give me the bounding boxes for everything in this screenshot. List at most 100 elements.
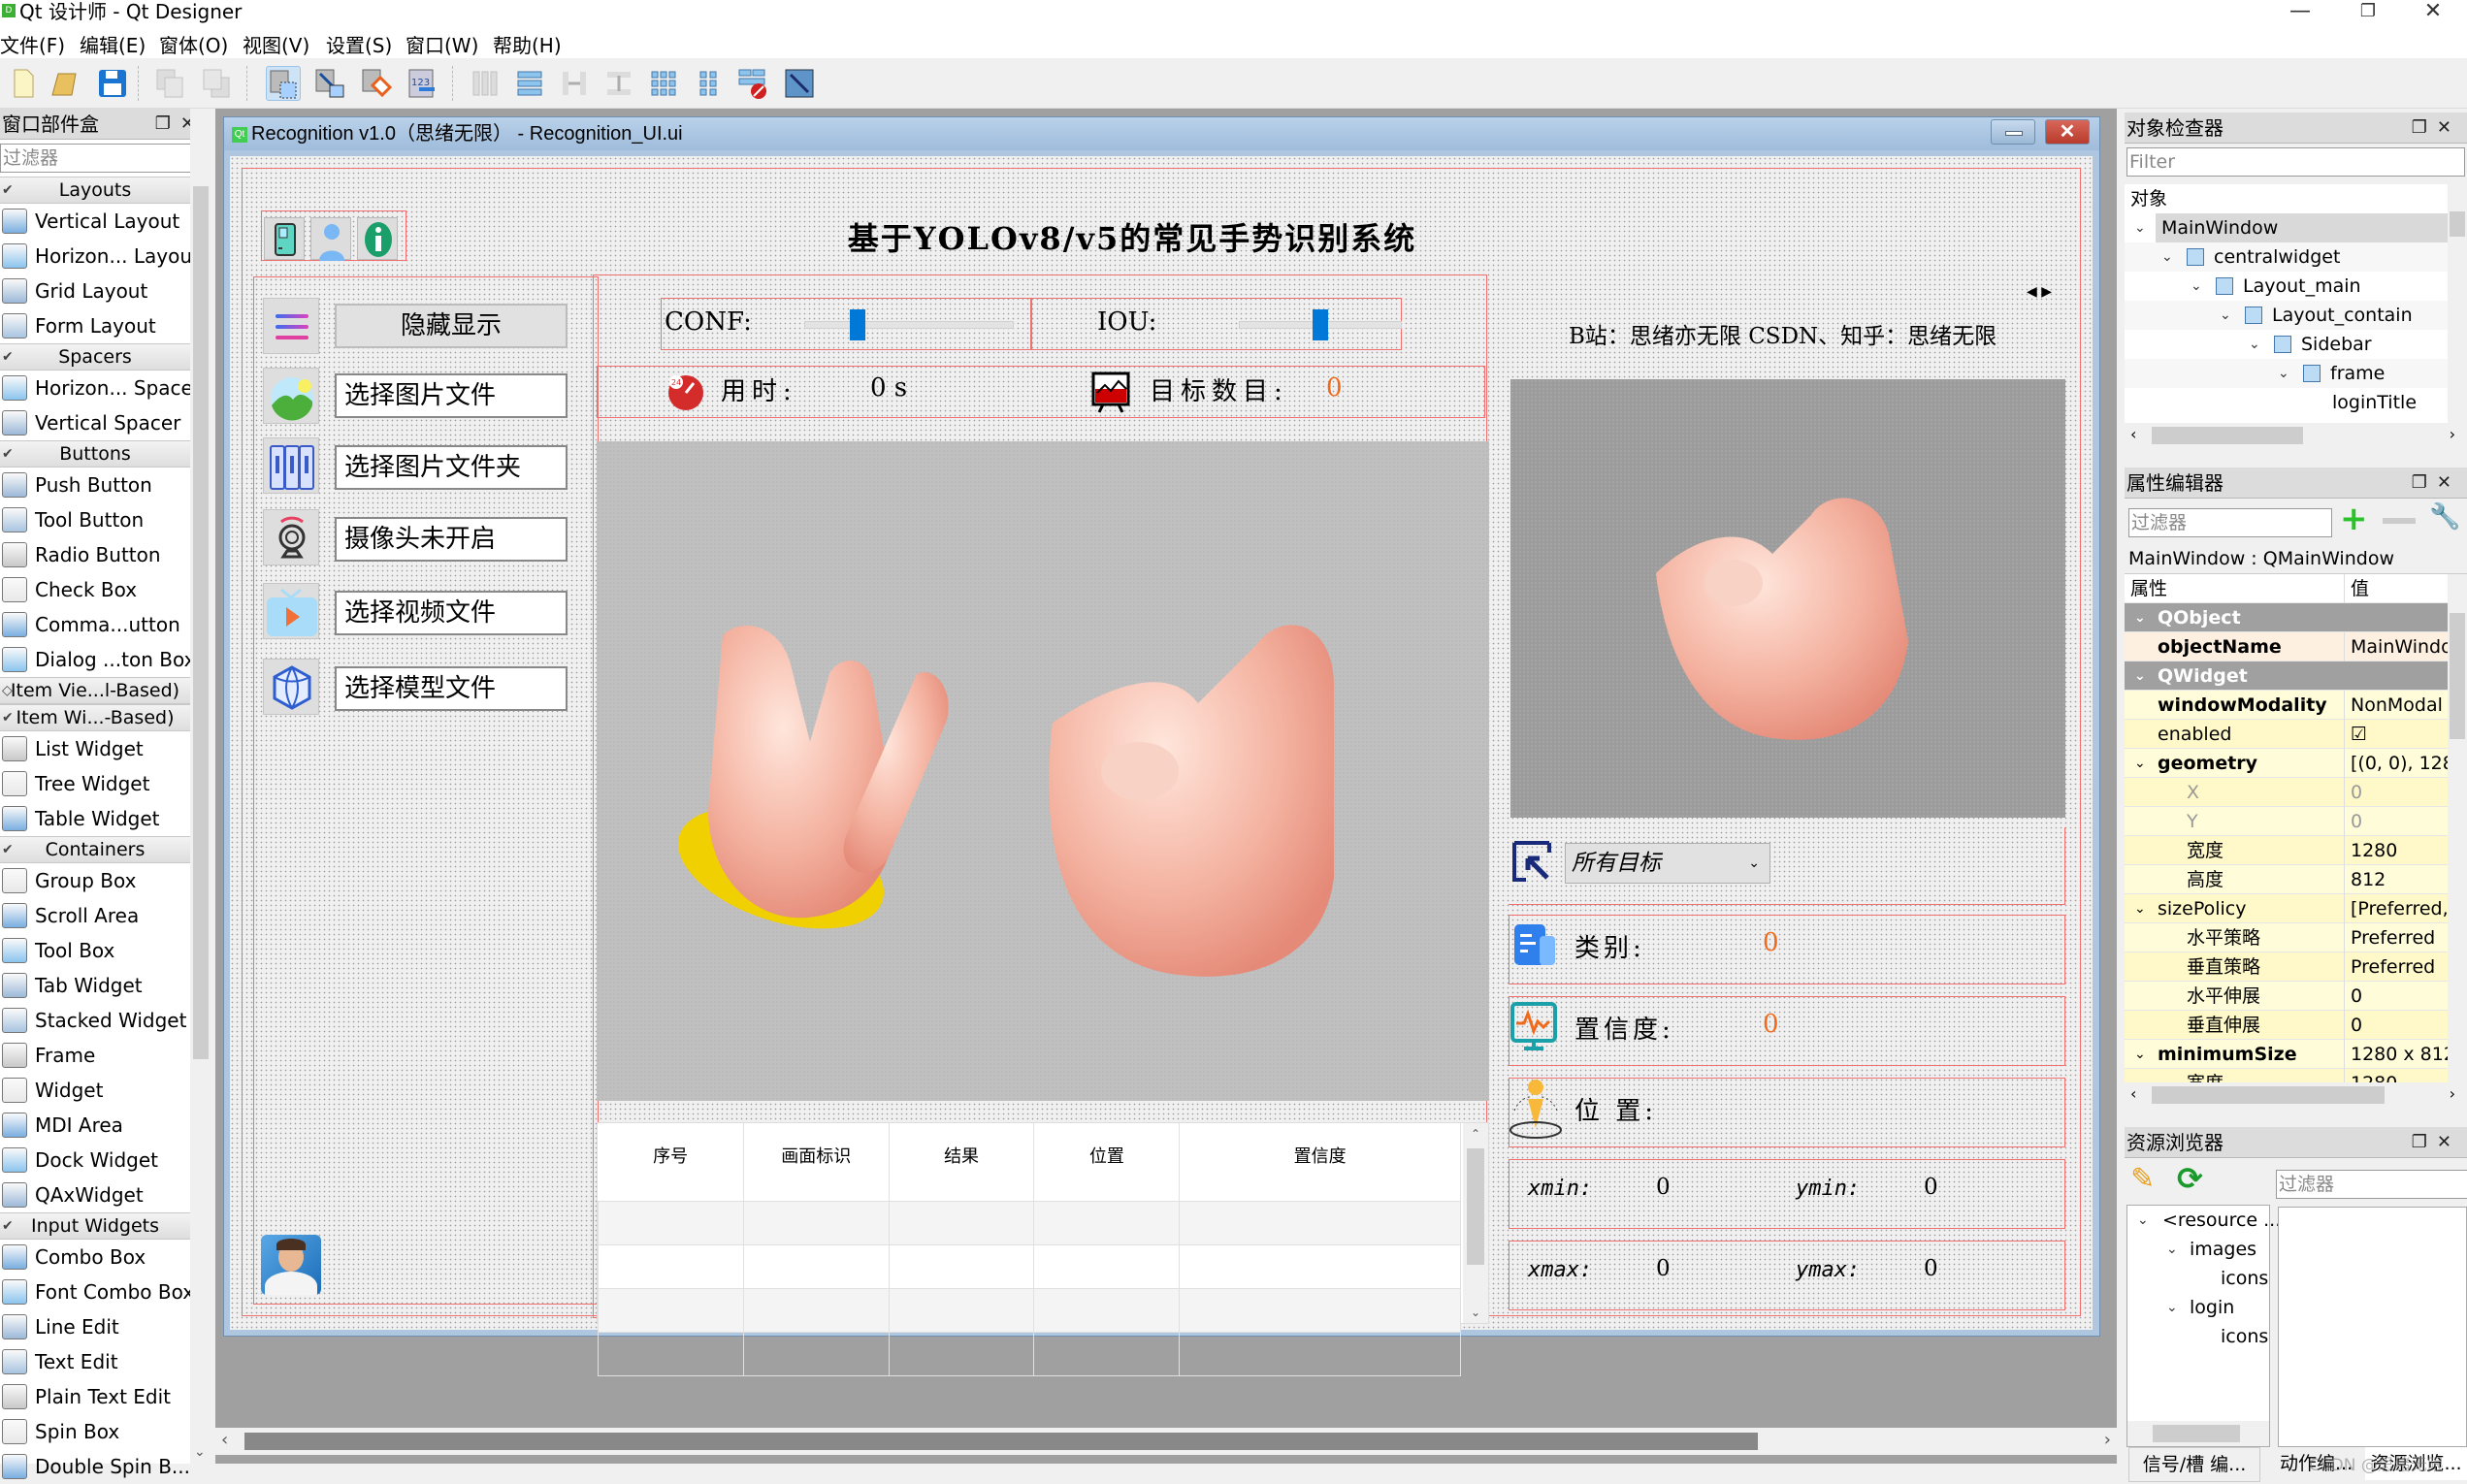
table-column-header[interactable]: 序号 [598, 1123, 744, 1201]
object-tree-item[interactable]: ⌄ Layout_contain [2125, 301, 2467, 330]
float-icon[interactable]: ❐ [2412, 472, 2437, 493]
property-row[interactable]: 高度 812 [2125, 865, 2467, 894]
property-value[interactable]: NonModal [2344, 691, 2451, 720]
property-value[interactable]: 0 [2344, 982, 2451, 1011]
send-to-back-icon[interactable] [200, 66, 235, 101]
table-vertical-scrollbar[interactable]: ⌃ ⌄ [1463, 1123, 1488, 1323]
float-icon[interactable]: ❐ [155, 113, 180, 134]
expand-chevron-icon[interactable]: ⌄ [2191, 272, 2202, 301]
property-row[interactable]: ⌄ QWidget [2125, 661, 2467, 691]
widget-item[interactable]: Vertical Spacer [0, 405, 190, 440]
object-tree-item[interactable]: ⌄ MainWindow [2134, 213, 2467, 242]
table-cell[interactable] [888, 1243, 1035, 1289]
widget-item[interactable]: Horizon... Layout [0, 239, 190, 274]
select-video-file-button[interactable]: 选择视频文件 [335, 591, 568, 635]
iou-slider[interactable] [1239, 309, 1402, 340]
edit-buddies-icon[interactable] [359, 66, 394, 101]
remove-property-icon[interactable] [2383, 518, 2416, 524]
property-row[interactable]: 垂直伸展 0 [2125, 1011, 2467, 1040]
property-value[interactable]: 1280 [2344, 836, 2451, 865]
layout-vertical-splitter-icon[interactable] [601, 66, 636, 101]
property-filter-input[interactable]: 过滤器 [2128, 508, 2332, 537]
layout-grid-icon[interactable] [646, 66, 681, 101]
menu-edit[interactable]: 编辑(E) [80, 30, 146, 58]
widget-item[interactable]: Form Layout [0, 308, 190, 343]
widget-item[interactable]: Stacked Widget [0, 1003, 190, 1038]
widget-item[interactable]: Widget [0, 1073, 190, 1108]
widget-item[interactable]: Grid Layout [0, 274, 190, 308]
property-row[interactable]: 宽度 1280 [2125, 836, 2467, 865]
layout-vertical-icon[interactable] [512, 66, 547, 101]
mdi-horizontal-scrollbar[interactable]: ‹ › [215, 1428, 2117, 1455]
widget-category-item-wi-based-[interactable]: ✔ Item Wi...-Based) [0, 704, 190, 731]
menu-help[interactable]: 帮助(H) [493, 30, 562, 58]
table-cell[interactable] [598, 1331, 744, 1376]
camera-toggle-button[interactable]: 摄像头未开启 [335, 517, 568, 562]
table-column-header[interactable]: 结果 [889, 1123, 1035, 1201]
table-cell[interactable] [1179, 1243, 1461, 1289]
object-inspector-filter-input[interactable]: Filter [2126, 147, 2465, 177]
property-row[interactable]: windowModality NonModal [2125, 691, 2467, 720]
property-row[interactable]: 水平策略 Preferred [2125, 923, 2467, 952]
resource-filter-input[interactable]: 过滤器 [2276, 1170, 2467, 1199]
property-row[interactable]: 水平伸展 0 [2125, 982, 2467, 1011]
object-tree-hscrollbar[interactable]: ‹ › [2125, 423, 2467, 448]
table-cell[interactable] [1033, 1243, 1181, 1289]
select-image-file-button[interactable]: 选择图片文件 [335, 373, 568, 418]
widget-category-buttons[interactable]: ✔ Buttons [0, 440, 190, 468]
table-row[interactable] [598, 1200, 1461, 1245]
property-table[interactable]: 属性值 ⌄ QObject objectName MainWindow ⌄ QWidget… [2125, 574, 2467, 1082]
widget-category-input-widgets[interactable]: ✔ Input Widgets [0, 1212, 190, 1240]
expand-chevron-icon[interactable]: ⌄ [2134, 603, 2146, 632]
table-cell[interactable] [742, 1243, 890, 1289]
table-cell[interactable] [598, 1243, 744, 1289]
resource-tree-item[interactable]: icons [2127, 1322, 2269, 1351]
close-button[interactable]: ✕ [2399, 0, 2467, 25]
edit-widgets-icon[interactable] [266, 66, 301, 101]
resource-tree-hscrollbar[interactable] [2127, 1421, 2269, 1446]
menu-view[interactable]: 视图(V) [243, 30, 309, 58]
widget-item[interactable]: Vertical Layout [0, 204, 190, 239]
widget-item[interactable]: Tab Widget [0, 968, 190, 1003]
float-icon[interactable]: ❐ [2412, 117, 2437, 138]
menu-file[interactable]: 文件(F) [0, 30, 65, 58]
widget-item[interactable]: Line Edit [0, 1309, 190, 1344]
table-cell[interactable] [1179, 1200, 1461, 1245]
widget-item[interactable]: Dock Widget [0, 1143, 190, 1178]
table-cell[interactable] [742, 1331, 890, 1376]
widget-item[interactable]: MDI Area [0, 1108, 190, 1143]
widget-item[interactable]: Horizon... Spacer [0, 371, 190, 405]
property-value[interactable]: MainWindow [2344, 632, 2451, 661]
property-value[interactable]: 1280 [2344, 1069, 2451, 1082]
open-folder-icon[interactable] [49, 66, 83, 101]
widget-item[interactable]: Scroll Area [0, 898, 190, 933]
widget-item[interactable]: Frame [0, 1038, 190, 1073]
layout-horizontal-splitter-icon[interactable] [557, 66, 592, 101]
edit-resources-pencil-icon[interactable]: ✎ [2130, 1162, 2155, 1196]
results-table[interactable]: 序号 画面标识 结果 位置 置信度 ⌃ ⌄ [597, 1122, 1489, 1376]
form-close-button[interactable]: ✕ [2045, 119, 2090, 145]
widget-item[interactable]: Tree Widget [0, 766, 190, 801]
expand-chevron-icon[interactable]: ⌄ [2161, 242, 2173, 272]
object-tree[interactable]: 对象 ⌄ MainWindow ⌄ centralwidget ⌄ Layout_main… [2125, 184, 2467, 423]
bring-to-front-icon[interactable] [153, 66, 188, 101]
resource-tree[interactable]: ⌄ <resource ... ⌄ images icons ⌄ login icon… [2126, 1205, 2281, 1447]
menu-form[interactable]: 窗体(O) [159, 30, 228, 58]
expand-chevron-icon[interactable]: ⌄ [2134, 894, 2146, 923]
property-value[interactable]: 0 [2344, 778, 2451, 807]
widget-item[interactable]: Comma...utton [0, 607, 190, 642]
property-row[interactable]: ⌄ geometry [(0, 0), 1280 x 812] [2125, 749, 2467, 778]
table-row[interactable] [598, 1243, 1461, 1289]
conf-slider-thumb[interactable] [849, 309, 865, 340]
expand-chevron-icon[interactable]: ⌄ [2134, 1040, 2146, 1069]
property-value[interactable]: Preferred [2344, 952, 2451, 982]
widget-item[interactable]: Tool Box [0, 933, 190, 968]
object-tree-scrollbar[interactable] [2448, 184, 2467, 423]
widget-item[interactable]: Group Box [0, 863, 190, 898]
resource-tree-item[interactable]: ⌄ <resource ... [2127, 1206, 2281, 1235]
widget-item[interactable]: Font Combo Box [0, 1274, 190, 1309]
table-cell[interactable] [742, 1200, 890, 1245]
table-column-header[interactable]: 位置 [1033, 1123, 1181, 1201]
table-cell[interactable] [1179, 1287, 1461, 1333]
table-cell[interactable] [598, 1287, 744, 1333]
